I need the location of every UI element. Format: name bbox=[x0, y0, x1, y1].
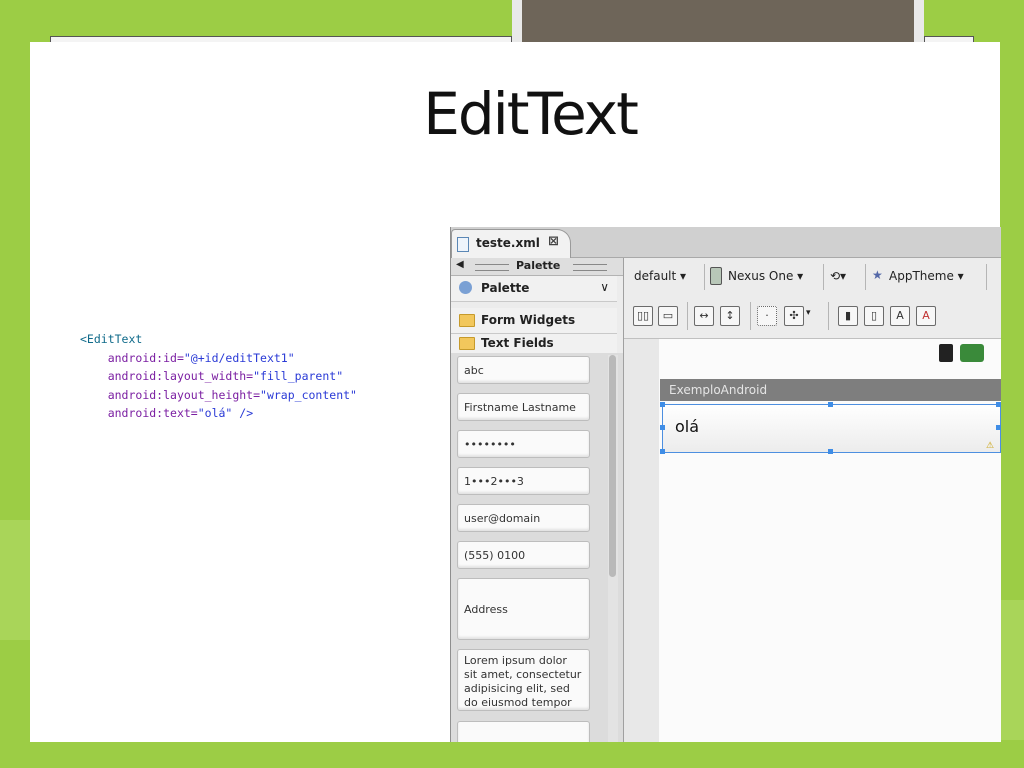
distribute-icon[interactable]: ▮ bbox=[838, 306, 858, 326]
edit-text-value: olá bbox=[675, 417, 700, 436]
device-dropdown[interactable]: Nexus One ▾ bbox=[728, 269, 803, 283]
grip-icon bbox=[573, 264, 607, 271]
orientation-dropdown[interactable]: ⟲▾ bbox=[830, 269, 846, 283]
chevron-down-icon[interactable]: ▾ bbox=[806, 308, 811, 318]
widget-multiline-text[interactable]: Lorem ipsum dolor sit amet, consectetur … bbox=[457, 649, 590, 711]
widget-password[interactable]: •••••••• bbox=[457, 430, 590, 458]
toolbar-separator bbox=[986, 264, 987, 290]
widget-postal-address[interactable]: Address bbox=[457, 578, 590, 640]
widget-plain-text[interactable]: abc bbox=[457, 356, 590, 384]
editor-tab-bar: teste.xml ⊠ bbox=[451, 227, 1001, 258]
app-title: ExemploAndroid bbox=[669, 383, 768, 397]
resize-handle[interactable] bbox=[828, 449, 833, 454]
gravity-icon[interactable]: ✣ bbox=[784, 306, 804, 326]
toolbar-separator bbox=[704, 264, 705, 290]
layout-toolbar: default ▾ Nexus One ▾ ⟲▾ ★ AppTheme ▾ ▯▯… bbox=[624, 258, 1001, 339]
layout-horizontal-icon[interactable]: ▯▯ bbox=[633, 306, 653, 326]
section-label: Form Widgets bbox=[481, 313, 576, 327]
code-snippet: <EditText android:id="@+id/editText1" an… bbox=[80, 330, 357, 423]
code-line-1: <EditText bbox=[80, 332, 143, 346]
code-line-2-attr: android:id= bbox=[107, 350, 184, 365]
widget-person-name[interactable]: Firstname Lastname bbox=[457, 393, 590, 421]
background-stripe bbox=[1000, 600, 1024, 740]
clear-weights-icon[interactable]: A bbox=[916, 306, 936, 326]
collapse-left-icon[interactable]: ◀ bbox=[456, 259, 464, 270]
grip-icon bbox=[475, 264, 509, 271]
code-line-5-attr: android:text= bbox=[107, 406, 198, 420]
baseline-icon[interactable]: A bbox=[890, 306, 910, 326]
widget-phone[interactable]: (555) 0100 bbox=[457, 541, 590, 569]
layout-vertical-icon[interactable]: ▭ bbox=[658, 306, 678, 326]
toolbar-separator bbox=[828, 302, 829, 330]
toolbar-separator bbox=[865, 264, 866, 290]
section-label: Text Fields bbox=[481, 336, 554, 350]
palette-dropdown-label: Palette bbox=[481, 281, 530, 295]
palette-header-label: Palette bbox=[516, 259, 561, 272]
background-tab bbox=[522, 0, 914, 44]
tab-label: teste.xml bbox=[476, 236, 540, 250]
app-action-bar: ExemploAndroid bbox=[660, 379, 1001, 401]
palette-icon bbox=[459, 281, 472, 294]
edit-text-widget[interactable]: olá bbox=[662, 404, 1001, 453]
widget-email[interactable]: user@domain bbox=[457, 504, 590, 532]
open-folder-icon bbox=[459, 337, 475, 350]
theme-star-icon: ★ bbox=[872, 268, 883, 282]
folder-icon bbox=[459, 314, 475, 327]
resize-handle[interactable] bbox=[828, 402, 833, 407]
toolbar-separator bbox=[750, 302, 751, 330]
theme-label: AppTheme bbox=[889, 269, 954, 283]
scrollbar-thumb[interactable] bbox=[609, 355, 616, 577]
config-dropdown[interactable]: default ▾ bbox=[634, 269, 686, 283]
fill-width-icon[interactable]: ↔ bbox=[694, 306, 714, 326]
toolbar-separator bbox=[823, 264, 824, 290]
text-field-widget-list: abc Firstname Lastname •••••••• 1•••2•••… bbox=[451, 353, 623, 742]
device-label: Nexus One bbox=[728, 269, 794, 283]
toolbar-separator bbox=[687, 302, 688, 330]
code-line-5-val: "olá" bbox=[197, 406, 233, 420]
weights-icon[interactable]: ▯ bbox=[864, 306, 884, 326]
phone-icon bbox=[710, 267, 722, 285]
battery-icon bbox=[939, 344, 953, 362]
close-icon[interactable]: ⊠ bbox=[548, 234, 559, 249]
palette-section-text-fields[interactable]: Text Fields bbox=[451, 334, 617, 354]
layout-editor: teste.xml ⊠ ◀ Palette Palette ∨ Form Wid… bbox=[450, 227, 1001, 742]
palette-section-form-widgets[interactable]: Form Widgets bbox=[451, 308, 617, 334]
design-canvas: ExemploAndroid olá ⚠ bbox=[624, 339, 1001, 742]
resize-handle[interactable] bbox=[996, 402, 1001, 407]
code-line-3-val: "fill_parent" bbox=[253, 369, 344, 383]
background-stripe bbox=[0, 520, 30, 640]
chevron-down-icon: ∨ bbox=[600, 280, 609, 294]
signal-icon bbox=[960, 344, 984, 362]
resize-handle[interactable] bbox=[660, 425, 665, 430]
slide-title: EditText bbox=[423, 80, 639, 148]
code-line-3-attr: android:layout_width= bbox=[107, 369, 254, 383]
warning-icon: ⚠ bbox=[986, 441, 995, 451]
palette-dropdown[interactable]: Palette ∨ bbox=[451, 276, 617, 302]
config-label: default bbox=[634, 269, 677, 283]
code-line-4-attr: android:layout_height= bbox=[107, 387, 261, 402]
widget-next[interactable] bbox=[457, 721, 590, 742]
widget-number-password[interactable]: 1•••2•••3 bbox=[457, 467, 590, 495]
resize-handle[interactable] bbox=[996, 425, 1001, 430]
palette-header: ◀ Palette bbox=[451, 258, 623, 276]
tab-teste-xml[interactable]: teste.xml ⊠ bbox=[451, 229, 571, 258]
slide: EditText <EditText android:id="@+id/edit… bbox=[30, 42, 1001, 742]
resize-handle[interactable] bbox=[660, 402, 665, 407]
code-line-2-val: "@+id/editText1" bbox=[183, 350, 295, 365]
palette-scrollbar[interactable] bbox=[608, 355, 618, 742]
code-line-4-val: "wrap_content" bbox=[260, 387, 357, 402]
fill-height-icon[interactable]: ↕ bbox=[720, 306, 740, 326]
xml-file-icon bbox=[457, 237, 469, 252]
margins-icon[interactable]: · bbox=[757, 306, 777, 326]
theme-dropdown[interactable]: AppTheme ▾ bbox=[889, 269, 964, 283]
resize-handle[interactable] bbox=[660, 449, 665, 454]
palette-panel: ◀ Palette Palette ∨ Form Widgets Text Fi… bbox=[451, 258, 624, 742]
code-line-5-end: /> bbox=[232, 406, 254, 420]
canvas-gutter bbox=[624, 339, 659, 742]
